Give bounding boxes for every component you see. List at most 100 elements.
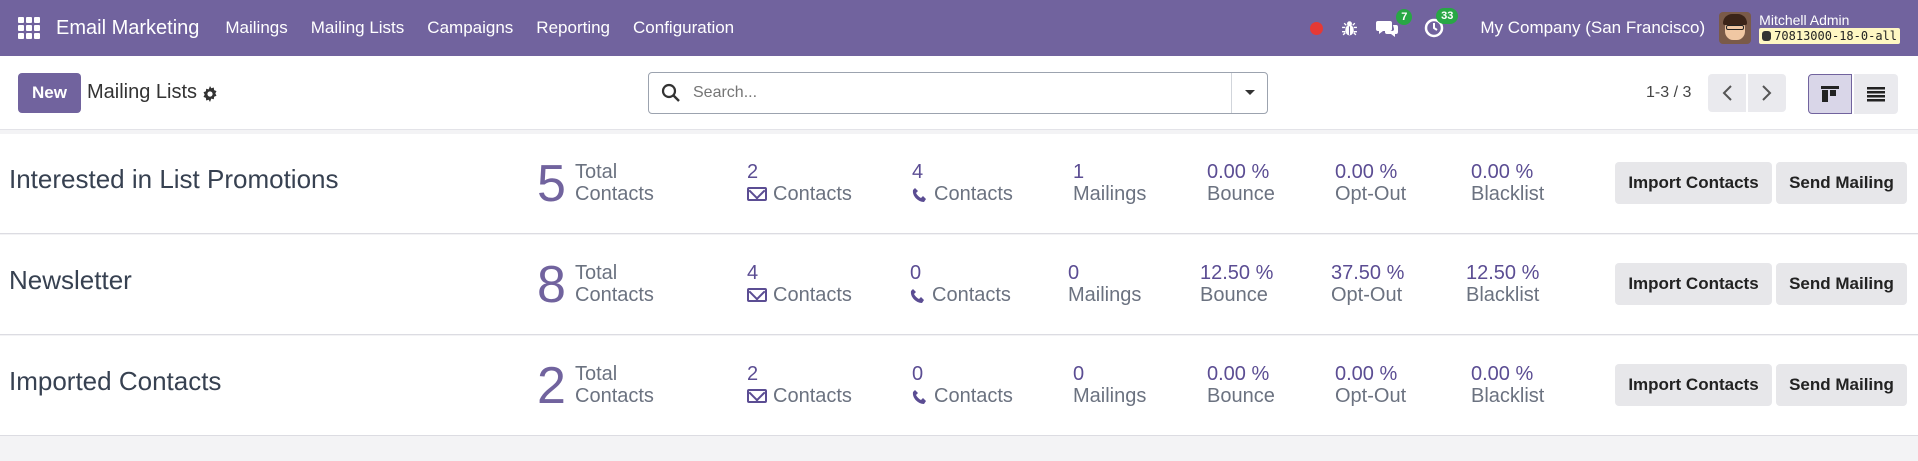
email-contacts-value: 2	[747, 161, 759, 183]
kanban-view-button[interactable]	[1808, 74, 1852, 114]
menu-reporting[interactable]: Reporting	[536, 18, 610, 38]
recording-indicator-icon[interactable]	[1310, 21, 1324, 35]
mailings-value: 0	[1073, 363, 1085, 385]
bounce-value: 0.00 %	[1207, 161, 1270, 183]
blacklist-label: Blacklist	[1466, 284, 1540, 306]
kanban-record[interactable]: Interested in List Promotions 5 Total Co…	[0, 134, 1918, 234]
caret-down-icon	[1244, 89, 1255, 95]
activities-clock-icon[interactable]: 33	[1424, 8, 1459, 38]
database-icon	[1762, 31, 1772, 41]
total-contacts-stat[interactable]: Total Contacts	[575, 161, 654, 205]
menu-campaigns[interactable]: Campaigns	[427, 18, 513, 38]
contacts-label: Contacts	[575, 284, 654, 306]
gear-icon[interactable]	[202, 85, 218, 102]
email-contacts-stat[interactable]: 2 Contacts	[747, 363, 852, 407]
bounce-label: Bounce	[1207, 183, 1275, 205]
mailing-list-name[interactable]: Imported Contacts	[9, 366, 221, 397]
app-brand[interactable]: Email Marketing	[56, 17, 199, 40]
send-mailing-button[interactable]: Send Mailing	[1776, 364, 1907, 406]
optout-value: 37.50 %	[1331, 262, 1405, 284]
phone-contacts-label: Contacts	[934, 385, 1013, 407]
bounce-value: 0.00 %	[1207, 363, 1270, 385]
bounce-label: Bounce	[1200, 284, 1268, 306]
email-contacts-stat[interactable]: 2 Contacts	[747, 161, 852, 205]
email-contacts-stat[interactable]: 4 Contacts	[747, 262, 852, 306]
bounce-stat[interactable]: 0.00 % Bounce	[1207, 161, 1275, 205]
phone-contacts-stat[interactable]: 0 Contacts	[910, 262, 1011, 306]
breadcrumb: Mailing Lists	[87, 81, 218, 104]
blacklist-stat[interactable]: 12.50 % Blacklist	[1466, 262, 1539, 306]
phone-contacts-stat[interactable]: 0 Contacts	[912, 363, 1013, 407]
mailing-list-name[interactable]: Interested in List Promotions	[9, 164, 339, 195]
user-menu[interactable]: Mitchell Admin 70813000-18-0-all	[1759, 12, 1900, 44]
send-mailing-button[interactable]: Send Mailing	[1776, 263, 1907, 305]
contacts-label: Contacts	[575, 183, 654, 205]
pager-next-button[interactable]	[1748, 74, 1786, 112]
envelope-icon	[747, 288, 767, 302]
send-mailing-button[interactable]: Send Mailing	[1776, 162, 1907, 204]
mailings-label: Mailings	[1068, 284, 1142, 306]
email-contacts-value: 4	[747, 262, 759, 284]
bounce-value: 12.50 %	[1200, 262, 1274, 284]
blacklist-stat[interactable]: 0.00 % Blacklist	[1471, 363, 1544, 407]
optout-value: 0.00 %	[1335, 161, 1398, 183]
pager-value[interactable]: 1-3 / 3	[1646, 84, 1691, 102]
mailing-list-name[interactable]: Newsletter	[9, 265, 132, 296]
total-contacts-stat[interactable]: Total Contacts	[575, 363, 654, 407]
envelope-icon	[747, 187, 767, 201]
import-contacts-button[interactable]: Import Contacts	[1615, 364, 1772, 406]
blacklist-label: Blacklist	[1471, 385, 1545, 407]
messages-icon[interactable]: 7	[1376, 9, 1413, 37]
chevron-right-icon	[1762, 85, 1772, 101]
email-contacts-label: Contacts	[773, 385, 852, 407]
search-bar	[648, 71, 1268, 114]
optout-label: Opt-Out	[1331, 284, 1403, 306]
search-options-toggle[interactable]	[1231, 72, 1267, 113]
phone-contacts-stat[interactable]: 4 Contacts	[912, 161, 1013, 205]
total-contacts-value[interactable]: 5	[537, 156, 566, 212]
top-navbar: Email Marketing Mailings Mailing Lists C…	[0, 0, 1918, 56]
mailings-label: Mailings	[1073, 183, 1147, 205]
phone-icon	[910, 287, 924, 303]
mailings-stat[interactable]: 0 Mailings	[1068, 262, 1141, 306]
bounce-stat[interactable]: 0.00 % Bounce	[1207, 363, 1275, 407]
total-contacts-stat[interactable]: Total Contacts	[575, 262, 654, 306]
total-contacts-value[interactable]: 2	[537, 358, 566, 414]
menu-mailing-lists[interactable]: Mailing Lists	[311, 18, 405, 38]
apps-menu-icon[interactable]	[18, 17, 40, 39]
menu-mailings[interactable]: Mailings	[225, 18, 287, 38]
kanban-record[interactable]: Newsletter 8 Total Contacts 4 Contacts 0…	[0, 235, 1918, 335]
total-contacts-value[interactable]: 8	[537, 257, 566, 313]
email-contacts-label: Contacts	[773, 183, 852, 205]
activities-count-badge: 33	[1436, 8, 1459, 24]
import-contacts-button[interactable]: Import Contacts	[1615, 162, 1772, 204]
pager-previous-button[interactable]	[1708, 74, 1746, 112]
kanban-records: Interested in List Promotions 5 Total Co…	[0, 134, 1918, 437]
optout-stat[interactable]: 0.00 % Opt-Out	[1335, 363, 1406, 407]
mailings-stat[interactable]: 0 Mailings	[1073, 363, 1146, 407]
search-input[interactable]	[693, 83, 1231, 102]
total-label: Total	[575, 262, 618, 284]
email-contacts-label: Contacts	[773, 284, 852, 306]
user-avatar[interactable]	[1719, 12, 1752, 44]
phone-contacts-label: Contacts	[934, 183, 1013, 205]
mailings-stat[interactable]: 1 Mailings	[1073, 161, 1146, 205]
database-name: 70813000-18-0-all	[1774, 29, 1897, 43]
blacklist-stat[interactable]: 0.00 % Blacklist	[1471, 161, 1544, 205]
optout-label: Opt-Out	[1335, 183, 1407, 205]
contacts-label: Contacts	[575, 385, 654, 407]
bounce-stat[interactable]: 12.50 % Bounce	[1200, 262, 1273, 306]
list-view-button[interactable]	[1854, 74, 1898, 114]
control-panel: New Mailing Lists 1-3 / 3	[0, 56, 1918, 130]
systray: 7 33 My Company (San Francisco) Mitchell…	[1310, 0, 1918, 56]
optout-value: 0.00 %	[1335, 363, 1398, 385]
optout-stat[interactable]: 0.00 % Opt-Out	[1335, 161, 1406, 205]
menu-configuration[interactable]: Configuration	[633, 18, 734, 38]
company-switcher[interactable]: My Company (San Francisco)	[1480, 18, 1705, 38]
optout-stat[interactable]: 37.50 % Opt-Out	[1331, 262, 1404, 306]
mailings-value: 0	[1068, 262, 1080, 284]
kanban-record[interactable]: Imported Contacts 2 Total Contacts 2 Con…	[0, 336, 1918, 436]
import-contacts-button[interactable]: Import Contacts	[1615, 263, 1772, 305]
debug-bug-icon[interactable]	[1341, 20, 1358, 37]
new-button[interactable]: New	[18, 72, 81, 113]
